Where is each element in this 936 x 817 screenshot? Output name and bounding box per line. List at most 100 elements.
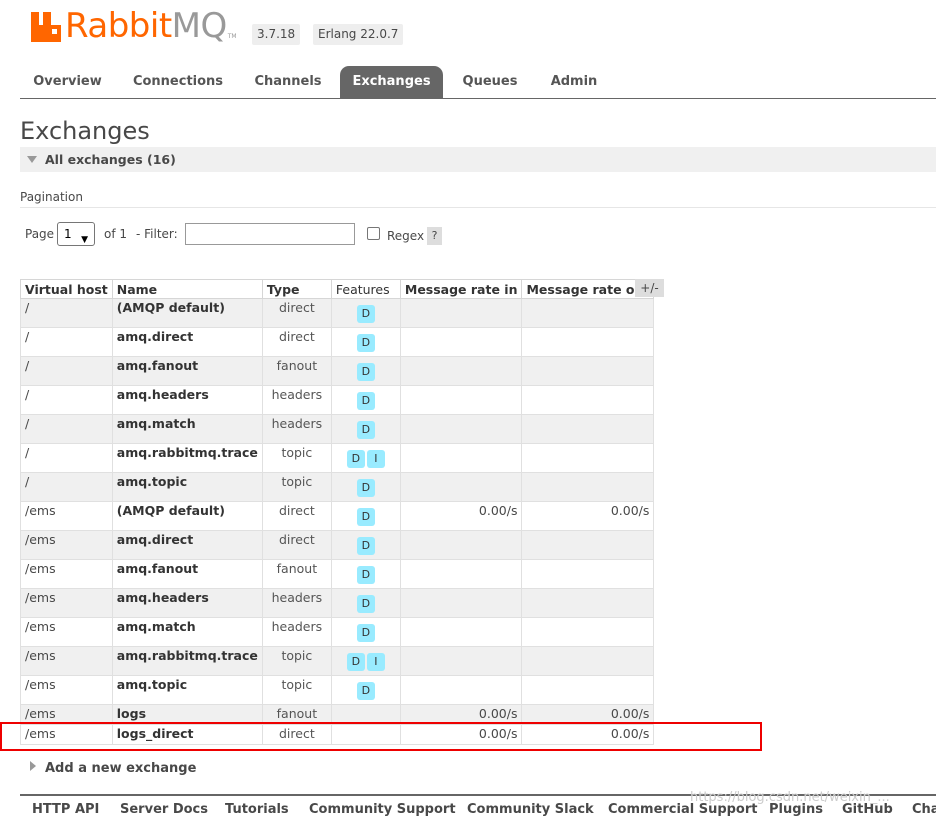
- page-select[interactable]: 1 ▼: [57, 222, 95, 246]
- cell-exchange-name-link[interactable]: amq.headers: [111, 588, 263, 618]
- cell-exchange-name-link[interactable]: amq.headers: [111, 385, 263, 415]
- tab-connections[interactable]: Connections: [123, 66, 233, 98]
- table-row: / amq.headers headers D: [20, 385, 655, 415]
- toggle-columns-button[interactable]: +/-: [635, 279, 664, 297]
- regex-label: Regex: [387, 229, 425, 243]
- cell-message-rate-out: [521, 298, 655, 328]
- cell-virtual-host: /ems: [20, 501, 113, 531]
- footer-link-http-api[interactable]: HTTP API: [32, 802, 99, 817]
- cell-features: DI: [330, 646, 401, 676]
- cell-type: topic: [261, 675, 332, 705]
- cell-type: fanout: [261, 559, 332, 589]
- column-header-virtual-host[interactable]: Virtual host: [20, 279, 113, 299]
- internal-badge: I: [366, 450, 385, 468]
- cell-exchange-name-link[interactable]: amq.topic: [111, 675, 263, 705]
- cell-exchange-name-link[interactable]: amq.topic: [111, 472, 263, 502]
- cell-exchange-name-link[interactable]: amq.fanout: [111, 559, 263, 589]
- cell-virtual-host: /ems: [20, 530, 113, 560]
- cell-exchange-name-link[interactable]: amq.match: [111, 617, 263, 647]
- cell-virtual-host: /: [20, 472, 113, 502]
- cell-features: D: [330, 617, 401, 647]
- cell-message-rate-out: [521, 588, 655, 618]
- cell-exchange-name-link[interactable]: amq.rabbitmq.trace: [111, 646, 263, 676]
- rabbitmq-logo-icon: [31, 12, 61, 42]
- column-header-type[interactable]: Type: [261, 279, 332, 299]
- cell-features: DI: [330, 443, 401, 473]
- footer-link-community-slack[interactable]: Community Slack: [467, 802, 594, 817]
- cell-exchange-name-link[interactable]: amq.fanout: [111, 356, 263, 386]
- tab-overview[interactable]: Overview: [20, 66, 115, 98]
- table-row: /ems amq.headers headers D: [20, 588, 655, 618]
- cell-message-rate-out: [521, 559, 655, 589]
- erlang-version-badge: Erlang 22.0.7: [313, 24, 404, 45]
- cell-message-rate-out: [521, 472, 655, 502]
- tab-admin[interactable]: Admin: [540, 66, 608, 98]
- cell-features: D: [330, 559, 401, 589]
- page-select-value: 1: [64, 227, 72, 241]
- cell-message-rate-out: [521, 617, 655, 647]
- footer-link-server-docs[interactable]: Server Docs: [120, 802, 208, 817]
- cell-message-rate-in: [399, 298, 523, 328]
- table-row: / amq.rabbitmq.trace topic D I: [20, 443, 655, 473]
- cell-type: topic: [261, 646, 332, 676]
- cell-exchange-name-link[interactable]: (AMQP default): [111, 501, 263, 531]
- cell-virtual-host: /: [20, 356, 113, 386]
- cell-message-rate-out: 0.00/s: [521, 501, 655, 531]
- page-label: Page: [25, 227, 55, 241]
- section-title: All exchanges (16): [45, 152, 176, 167]
- cell-message-rate-out: [521, 646, 655, 676]
- durable-badge: D: [356, 595, 375, 613]
- column-header-name[interactable]: Name: [111, 279, 263, 299]
- filter-input[interactable]: [185, 223, 355, 245]
- cell-features: D: [330, 327, 401, 357]
- durable-badge: D: [356, 508, 375, 526]
- cell-message-rate-in: [399, 675, 523, 705]
- regex-help-button[interactable]: ?: [427, 227, 442, 245]
- regex-checkbox[interactable]: [367, 227, 380, 240]
- cell-message-rate-in: [399, 356, 523, 386]
- cell-exchange-name-link[interactable]: amq.rabbitmq.trace: [111, 443, 263, 473]
- tab-exchanges[interactable]: Exchanges: [340, 66, 443, 98]
- column-header-message-rate-in[interactable]: Message rate in: [399, 279, 523, 299]
- chevron-down-icon: ▼: [81, 235, 88, 245]
- cell-message-rate-in: [399, 559, 523, 589]
- footer-link-changelog[interactable]: Cha: [912, 802, 936, 817]
- cell-exchange-name-link[interactable]: amq.match: [111, 414, 263, 444]
- cell-message-rate-out: [521, 414, 655, 444]
- expand-triangle-icon: [30, 761, 36, 771]
- cell-virtual-host: /ems: [20, 559, 113, 589]
- internal-badge: I: [366, 653, 385, 671]
- cell-type: topic: [261, 472, 332, 502]
- tab-channels[interactable]: Channels: [242, 66, 334, 98]
- cell-message-rate-in: [399, 414, 523, 444]
- cell-exchange-name-link[interactable]: amq.direct: [111, 530, 263, 560]
- table-row: /ems amq.direct direct D: [20, 530, 655, 560]
- rabbitmq-logo[interactable]: RabbitMQ TM: [31, 6, 237, 43]
- cell-virtual-host: /: [20, 298, 113, 328]
- all-exchanges-section-toggle[interactable]: All exchanges (16): [20, 147, 936, 172]
- page-title: Exchanges: [20, 117, 150, 145]
- watermark: https://blog.csdn.net/weixin_...: [690, 790, 890, 805]
- page-of-label: of 1: [104, 227, 128, 241]
- durable-badge: D: [356, 479, 375, 497]
- cell-exchange-name-link[interactable]: amq.direct: [111, 327, 263, 357]
- cell-features: D: [330, 472, 401, 502]
- cell-type: topic: [261, 443, 332, 473]
- durable-badge: D: [356, 334, 375, 352]
- add-new-exchange-toggle[interactable]: Add a new exchange: [30, 761, 196, 776]
- cell-type: headers: [261, 385, 332, 415]
- cell-virtual-host: /ems: [20, 617, 113, 647]
- cell-features: D: [330, 414, 401, 444]
- tab-queues[interactable]: Queues: [452, 66, 528, 98]
- highlight-annotation-box: [0, 722, 762, 751]
- pagination-divider: [20, 207, 936, 208]
- add-exchange-label: Add a new exchange: [45, 761, 197, 776]
- cell-exchange-name-link[interactable]: (AMQP default): [111, 298, 263, 328]
- cell-type: direct: [261, 298, 332, 328]
- exchanges-table-body: / (AMQP default) direct D / amq.direct direct D…: [20, 298, 655, 745]
- footer-link-tutorials[interactable]: Tutorials: [225, 802, 289, 817]
- table-row: /ems amq.fanout fanout D: [20, 559, 655, 589]
- cell-features: D: [330, 298, 401, 328]
- footer-link-community-support[interactable]: Community Support: [309, 802, 456, 817]
- cell-message-rate-out: [521, 385, 655, 415]
